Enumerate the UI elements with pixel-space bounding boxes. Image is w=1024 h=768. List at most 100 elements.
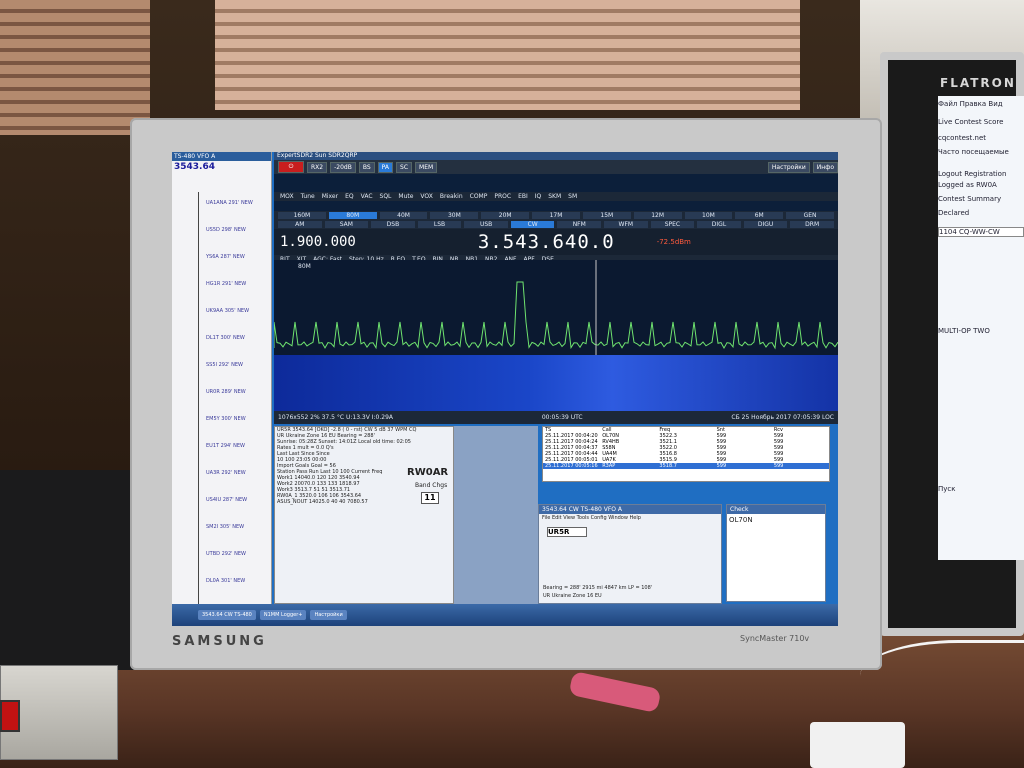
function-button[interactable]: COMP [468, 193, 490, 200]
monitor-right-brand: FLATRON [940, 76, 1016, 90]
bandmap-title: TS-480 VFO A [172, 152, 271, 161]
function-button[interactable]: MOX [278, 193, 296, 200]
band-button-160m[interactable]: 160M [278, 212, 326, 219]
mode-button-dsb[interactable]: DSB [371, 221, 415, 228]
waterfall-display[interactable] [274, 355, 838, 411]
power-button[interactable]: ⏻ [278, 161, 304, 173]
entry-menu[interactable]: File Edit View Tools Config Window Help [539, 514, 721, 522]
mode-button-usb[interactable]: USB [464, 221, 508, 228]
mem-button[interactable]: MEM [415, 161, 438, 173]
band-button-gen[interactable]: GEN [786, 212, 834, 219]
monitor-model: SyncMaster 710v [740, 634, 810, 643]
bandmap-spot[interactable]: EM5Y 300' NEW [206, 416, 246, 422]
rs-line: Logged as RW0A [938, 181, 997, 189]
mode-button-digl[interactable]: DIGL [697, 221, 741, 228]
bandmap-spot[interactable]: HG1R 291' NEW [206, 281, 246, 287]
function-button[interactable]: VOX [418, 193, 434, 200]
bandmap-spot[interactable]: SS5I 292' NEW [206, 362, 243, 368]
radio-equipment [0, 470, 135, 670]
rs-line: Live Contest Score [938, 118, 1004, 126]
table-cell: 599 [773, 463, 784, 469]
info-button[interactable]: Инфо [812, 161, 838, 173]
taskbar-item[interactable]: Настройки [310, 610, 347, 620]
bandmap-spot[interactable]: EU1T 294' NEW [206, 443, 245, 449]
table-row[interactable]: 25.11.2017 00:05:16 R3AP 3518.7 599 599 [543, 463, 829, 469]
pa-button[interactable]: PA [377, 161, 394, 173]
function-button[interactable]: SQL [378, 193, 394, 200]
band-button-12m[interactable]: 12M [633, 212, 682, 219]
check-callsign[interactable]: OL70N [727, 514, 825, 526]
bandmap-spot[interactable]: DL1T 300' NEW [206, 335, 245, 341]
bandmap-spot[interactable]: UR0R 289' NEW [206, 389, 246, 395]
band-button-30m[interactable]: 30M [430, 212, 479, 219]
bandmap-spot[interactable]: UTBD 292' NEW [206, 551, 246, 557]
function-button[interactable]: Breakin [438, 193, 465, 200]
attenuator-select[interactable]: -20dB [330, 161, 356, 173]
band-changes-value: 11 [421, 492, 439, 504]
bandmap-spot[interactable]: UA3R 292' NEW [206, 470, 246, 476]
monitor-right-screen: Файл Правка Вид Live Contest Score cqcon… [938, 96, 1024, 560]
band-button-6m[interactable]: 6M [735, 212, 784, 219]
bandmap-spot[interactable]: YS6A 287' NEW [206, 254, 245, 260]
band-button-20m[interactable]: 20M [481, 212, 530, 219]
bandmap-spot[interactable]: UK9AA 305' NEW [206, 308, 249, 314]
bandmap-spot[interactable]: UA1ANA 291' NEW [206, 200, 253, 206]
mode-button-spec[interactable]: SPEC [650, 221, 695, 228]
mode-button-lsb[interactable]: LSB [417, 221, 462, 228]
band-button-17m[interactable]: 17M [532, 212, 580, 219]
entry-title: 3543.64 CW TS-480 VFO A [539, 505, 721, 514]
mode-button-cw[interactable]: CW [510, 221, 555, 228]
spectrum-trace [273, 281, 838, 350]
bs-button[interactable]: BS [358, 161, 375, 173]
mode-button-wfm[interactable]: WFM [604, 221, 648, 228]
function-button[interactable]: EBI [516, 193, 530, 200]
function-button[interactable]: SM [566, 193, 579, 200]
bandmap-spot[interactable]: US4IU 287' NEW [206, 497, 247, 503]
bandmap-spot[interactable]: US5D 298' NEW [206, 227, 246, 233]
function-button[interactable]: Mixer [320, 193, 340, 200]
rs-line: Logout Registration [938, 170, 1007, 178]
function-button[interactable]: SKM [546, 193, 563, 200]
function-button[interactable]: EQ [343, 193, 356, 200]
function-button[interactable]: IQ [533, 193, 544, 200]
bandmap-window: TS-480 VFO A 3543.64 UA1ANA 291' NEW US5D… [172, 152, 272, 614]
function-button[interactable]: Tune [299, 193, 317, 200]
band-button-40m[interactable]: 40M [379, 212, 428, 219]
rs-line: cqcontest.net [938, 134, 987, 142]
function-button[interactable]: Mute [396, 193, 415, 200]
taskbar: 3543.64 CW TS-480 N1MM Logger+ Настройки [172, 604, 838, 626]
sc-button[interactable]: SC [396, 161, 413, 173]
monitor-brand: SAMSUNG [172, 634, 267, 649]
table-cell: 599 [716, 463, 727, 469]
power-switch [0, 700, 20, 732]
table-cell: 3518.7 [659, 463, 677, 469]
spectrum-display[interactable]: 80M [273, 260, 838, 355]
mode-button-am[interactable]: AM [278, 221, 322, 228]
monitor-screen: TS-480 VFO A 3543.64 UA1ANA 291' NEW US5D… [172, 152, 838, 626]
rx2-button[interactable]: RX2 [307, 161, 328, 173]
callsign-input[interactable]: UR5R [547, 527, 587, 537]
entry-window: 3543.64 CW TS-480 VFO A File Edit View T… [538, 504, 722, 604]
mode-button-digu[interactable]: DIGU [743, 221, 788, 228]
taskbar-item[interactable]: 3543.64 CW TS-480 [198, 610, 256, 620]
vfo-b-frequency[interactable]: 1.900.000 [280, 234, 356, 250]
taskbar-item[interactable]: N1MM Logger+ [259, 610, 307, 620]
s-meter-readout: -72.5dBm [656, 238, 691, 246]
vfo-a-frequency[interactable]: 3.543.640.0 [478, 231, 615, 253]
check-title: Check [727, 505, 825, 514]
frequency-display: 1.900.000 3.543.640.0 -72.5dBm [274, 229, 838, 255]
function-button[interactable]: VAC [359, 193, 375, 200]
log-rows: 25.11.2017 00:04:20 OL70N 3522.3 599 599 25.1… [543, 433, 829, 469]
sdr-window: ExpertSDR2 Sun SDR2QRP ⏻ RX2 -20dB BS PA… [273, 152, 838, 424]
band-button-80m[interactable]: 80M [328, 212, 377, 219]
function-button[interactable]: PROC [492, 193, 513, 200]
mode-button-drm[interactable]: DRM [790, 221, 834, 228]
mode-button-nfm[interactable]: NFM [557, 221, 602, 228]
mode-button-sam[interactable]: SAM [324, 221, 369, 228]
bandmap-spot[interactable]: SM2I 305' NEW [206, 524, 244, 530]
bandmap-spot[interactable]: DL0A 301' NEW [206, 578, 245, 584]
band-button-10m[interactable]: 10M [684, 212, 733, 219]
band-button-15m[interactable]: 15M [582, 212, 631, 219]
settings-button[interactable]: Настройки [767, 161, 810, 173]
spectrum-svg: 80M [273, 260, 838, 355]
